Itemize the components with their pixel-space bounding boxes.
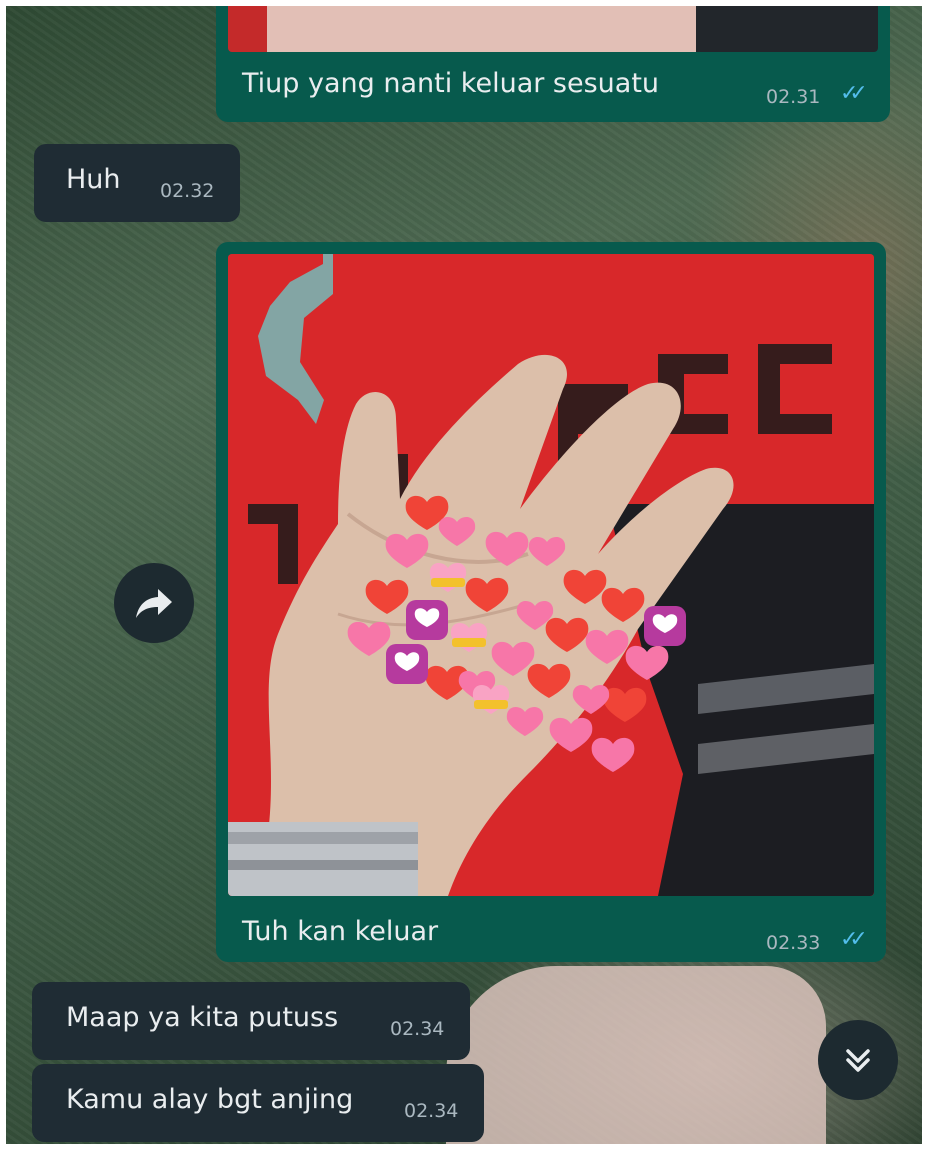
message-time: 02.33: [766, 932, 821, 954]
message-text: Kamu alay bgt anjing: [66, 1084, 354, 1115]
double-check-icon: ✓✓: [840, 927, 868, 952]
message-time: 02.32: [160, 180, 215, 202]
scroll-to-bottom-button[interactable]: [818, 1020, 898, 1100]
message-outgoing[interactable]: Tiup yang nanti keluar sesuatu 02.31 ✓✓: [216, 6, 890, 122]
forward-icon: [136, 589, 172, 618]
message-incoming[interactable]: Huh 02.32: [34, 144, 240, 222]
message-photo[interactable]: [228, 254, 874, 896]
message-time: 02.34: [390, 1018, 445, 1040]
message-incoming[interactable]: Kamu alay bgt anjing 02.34: [32, 1064, 484, 1142]
message-text: Maap ya kita putuss: [66, 1002, 339, 1033]
double-check-icon: ✓✓: [840, 81, 868, 106]
photo-hand-hearts: [228, 254, 874, 896]
message-text: Huh: [66, 164, 121, 195]
image-caption: Tuh kan keluar: [242, 916, 439, 947]
message-text: Tiup yang nanti keluar sesuatu: [242, 68, 660, 99]
double-chevron-down-icon: [846, 1049, 870, 1072]
forward-button[interactable]: [114, 563, 194, 643]
chat-screen: Tiup yang nanti keluar sesuatu 02.31 ✓✓ …: [6, 6, 922, 1144]
message-incoming[interactable]: Maap ya kita putuss 02.34: [32, 982, 470, 1060]
message-time: 02.31: [766, 86, 821, 108]
message-time: 02.34: [404, 1100, 459, 1122]
previous-photo-strip: [228, 6, 878, 52]
background-hand: [446, 966, 826, 1144]
message-outgoing-image[interactable]: Tuh kan keluar 02.33 ✓✓: [216, 242, 886, 962]
